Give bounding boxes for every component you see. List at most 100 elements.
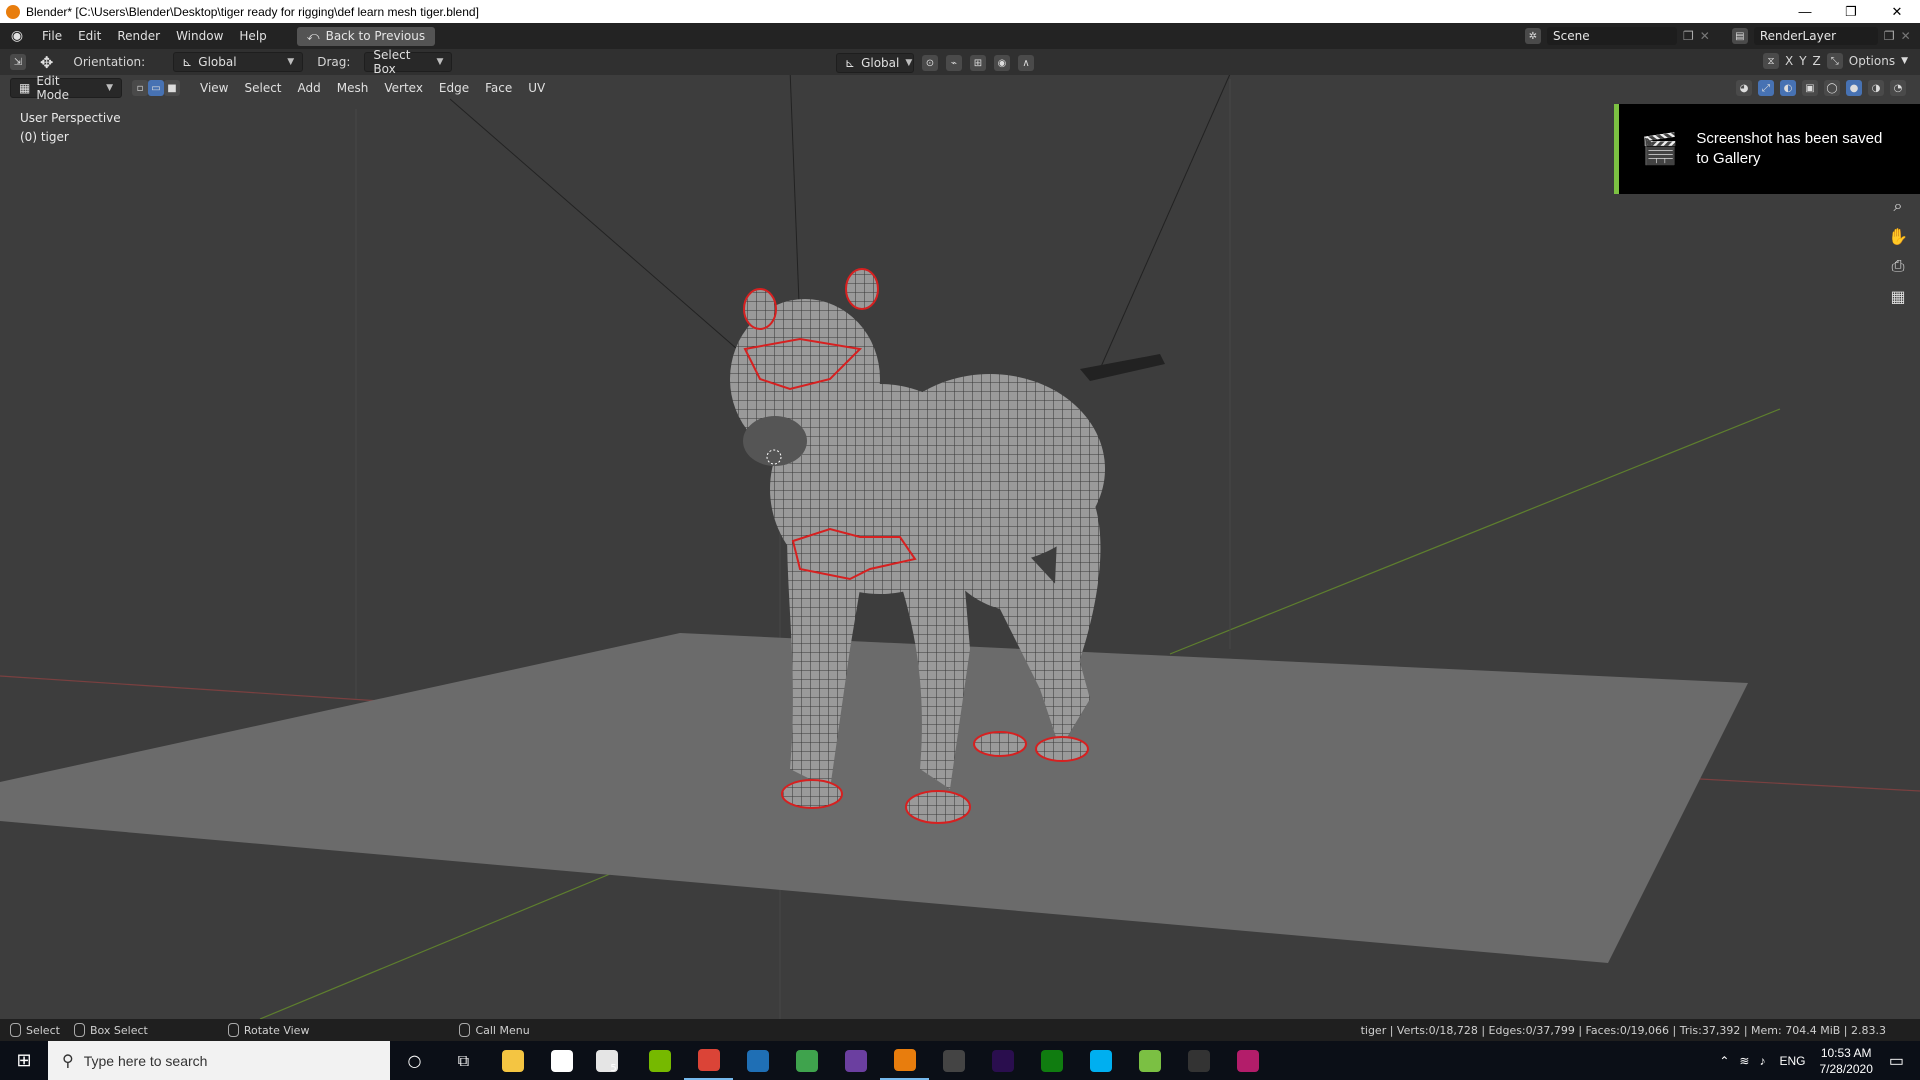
face-select-icon[interactable]: ■ bbox=[164, 80, 180, 96]
taskbar-chrome-icon[interactable] bbox=[684, 1041, 733, 1080]
taskbar-app-green-icon[interactable] bbox=[782, 1041, 831, 1080]
auto-merge-icon[interactable]: ⤡ bbox=[1826, 53, 1843, 69]
remove-scene-icon[interactable]: ✕ bbox=[1700, 29, 1710, 43]
taskbar-calculator-icon[interactable] bbox=[1174, 1041, 1223, 1080]
blender-logo-icon bbox=[6, 4, 20, 19]
material-shading-icon[interactable]: ◑ bbox=[1868, 80, 1884, 96]
snap-icon[interactable]: ⌁ bbox=[946, 55, 962, 71]
menu-face[interactable]: Face bbox=[477, 81, 520, 95]
menu-vertex[interactable]: Vertex bbox=[376, 81, 431, 95]
menu-file[interactable]: File bbox=[34, 23, 70, 49]
taskbar-app-magenta-icon[interactable] bbox=[1223, 1041, 1272, 1080]
pivot-point-icon[interactable]: ⊙ bbox=[922, 55, 938, 71]
windows-start-icon[interactable]: ⊞ bbox=[0, 1041, 48, 1080]
wireframe-shading-icon[interactable]: ◯ bbox=[1824, 80, 1840, 96]
screenshot-notification[interactable]: 🎬 Screenshot has been saved to Gallery bbox=[1614, 104, 1920, 194]
menu-view[interactable]: View bbox=[192, 81, 236, 95]
cortana-icon[interactable]: ○ bbox=[390, 1041, 439, 1080]
transform-orientation-dropdown[interactable]: ⊾ Global ▼ bbox=[836, 53, 914, 73]
minimize-button[interactable]: — bbox=[1782, 0, 1828, 23]
solid-shading-icon[interactable]: ● bbox=[1846, 80, 1862, 96]
new-renderlayer-icon[interactable]: ❐ bbox=[1884, 29, 1895, 43]
pan-hand-icon[interactable]: ✋ bbox=[1886, 224, 1910, 248]
mirror-icon[interactable]: ⧖ bbox=[1762, 53, 1779, 69]
menu-add[interactable]: Add bbox=[290, 81, 329, 95]
scene-icon[interactable]: ✲ bbox=[1525, 28, 1541, 44]
viewport-info: User Perspective (0) tiger bbox=[20, 109, 121, 147]
taskbar-blender-icon[interactable] bbox=[880, 1041, 929, 1080]
task-view-icon[interactable]: ⧉ bbox=[439, 1041, 488, 1080]
taskbar-nvidia-icon[interactable] bbox=[635, 1041, 684, 1080]
tool-icon[interactable]: ⇲ bbox=[10, 54, 26, 70]
volume-icon[interactable]: ♪ bbox=[1759, 1054, 1765, 1068]
renderlayer-field[interactable]: RenderLayer bbox=[1753, 27, 1878, 45]
camera-view-icon[interactable]: ⎙ bbox=[1886, 254, 1910, 278]
menu-edge[interactable]: Edge bbox=[431, 81, 477, 95]
status-rotate-view: Rotate View bbox=[227, 1023, 309, 1037]
taskbar-premiere-icon[interactable] bbox=[978, 1041, 1027, 1080]
mode-dropdown[interactable]: ▦ Edit Mode ▼ bbox=[10, 74, 122, 102]
menu-window[interactable]: Window bbox=[168, 23, 231, 49]
taskbar-app-lime-icon[interactable] bbox=[1125, 1041, 1174, 1080]
new-scene-icon[interactable]: ❐ bbox=[1683, 29, 1694, 43]
taskbar-xbox-icon[interactable] bbox=[1027, 1041, 1076, 1080]
options-dropdown[interactable]: Options bbox=[1849, 54, 1895, 68]
taskbar-skype-icon[interactable] bbox=[1076, 1041, 1125, 1080]
move-tool-icon[interactable]: ✥ bbox=[40, 53, 53, 72]
drag-dropdown[interactable]: Select Box ▼ bbox=[364, 48, 453, 76]
menu-mesh[interactable]: Mesh bbox=[329, 81, 377, 95]
chevron-down-icon: ▼ bbox=[436, 57, 444, 67]
app-purple-icon bbox=[844, 1049, 867, 1072]
ortho-grid-icon[interactable]: ▦ bbox=[1886, 284, 1910, 308]
taskbar-app-dark-icon[interactable] bbox=[929, 1041, 978, 1080]
back-to-previous-button[interactable]: ⤺ Back to Previous bbox=[296, 26, 436, 46]
overlay-icon[interactable]: ◐ bbox=[1780, 80, 1796, 96]
wifi-icon[interactable]: ≋ bbox=[1739, 1054, 1749, 1068]
orientation-dropdown[interactable]: ⊾ Global ▼ bbox=[173, 52, 304, 72]
zoom-icon[interactable]: ⌕ bbox=[1886, 194, 1910, 218]
blender-menu-icon[interactable]: ◉ bbox=[0, 28, 34, 44]
menu-uv[interactable]: UV bbox=[520, 81, 553, 95]
notification-text: Screenshot has been saved to Gallery bbox=[1696, 130, 1883, 167]
proportional-edit-icon[interactable]: ◉ bbox=[994, 55, 1010, 71]
taskbar-app-purple-icon[interactable] bbox=[831, 1041, 880, 1080]
falloff-icon[interactable]: ∧ bbox=[1018, 55, 1034, 71]
taskbar-search-box[interactable]: ⚲ Type here to search bbox=[48, 1041, 390, 1080]
close-button[interactable]: ✕ bbox=[1874, 0, 1920, 23]
chevron-down-icon: ▼ bbox=[106, 83, 113, 93]
3d-viewport[interactable] bbox=[0, 49, 1920, 1020]
edge-select-icon[interactable]: ▭ bbox=[148, 80, 164, 96]
menu-render[interactable]: Render bbox=[109, 23, 168, 49]
scene-field[interactable]: Scene bbox=[1547, 27, 1677, 45]
renderlayer-icon[interactable]: ▤ bbox=[1731, 28, 1748, 44]
taskbar-store-icon[interactable] bbox=[537, 1041, 586, 1080]
app-dark-icon bbox=[942, 1049, 965, 1072]
app-blue-icon bbox=[746, 1049, 769, 1072]
menu-edit[interactable]: Edit bbox=[70, 23, 109, 49]
taskbar-app-blue-icon[interactable] bbox=[733, 1041, 782, 1080]
language-indicator[interactable]: ENG bbox=[1779, 1054, 1805, 1068]
store-icon bbox=[550, 1049, 573, 1072]
xray-icon[interactable]: ▣ bbox=[1802, 80, 1818, 96]
rendered-shading-icon[interactable]: ◔ bbox=[1890, 80, 1906, 96]
window-title: Blender* [C:\Users\Blender\Desktop\tiger… bbox=[26, 4, 479, 19]
maximize-button[interactable]: ❐ bbox=[1828, 0, 1874, 23]
clock[interactable]: 10:53 AM 7/28/2020 bbox=[1819, 1045, 1872, 1077]
transform-axis-icon: ⊾ bbox=[845, 56, 856, 70]
chrome-icon bbox=[697, 1048, 720, 1071]
remove-renderlayer-icon[interactable]: ✕ bbox=[1901, 29, 1911, 43]
menu-help[interactable]: Help bbox=[231, 23, 274, 49]
taskbar-file-explorer-icon[interactable] bbox=[488, 1041, 537, 1080]
axis-y-toggle[interactable]: Y bbox=[1799, 54, 1806, 68]
axis-x-toggle[interactable]: X bbox=[1785, 54, 1793, 68]
axis-z-toggle[interactable]: Z bbox=[1813, 54, 1821, 68]
gizmo-icon[interactable]: ⤢ bbox=[1758, 80, 1774, 96]
visibility-icon[interactable]: ◕ bbox=[1736, 80, 1752, 96]
menu-select[interactable]: Select bbox=[236, 81, 289, 95]
notifications-icon[interactable]: ▭ bbox=[1889, 1051, 1904, 1071]
vertex-select-icon[interactable]: ▫ bbox=[132, 80, 148, 96]
chevron-up-icon[interactable]: ⌃ bbox=[1719, 1054, 1729, 1068]
taskbar-mail-icon[interactable]: 5 bbox=[586, 1041, 635, 1080]
snap-target-icon[interactable]: ⊞ bbox=[970, 55, 986, 71]
chevron-down-icon: ▼ bbox=[905, 58, 913, 68]
